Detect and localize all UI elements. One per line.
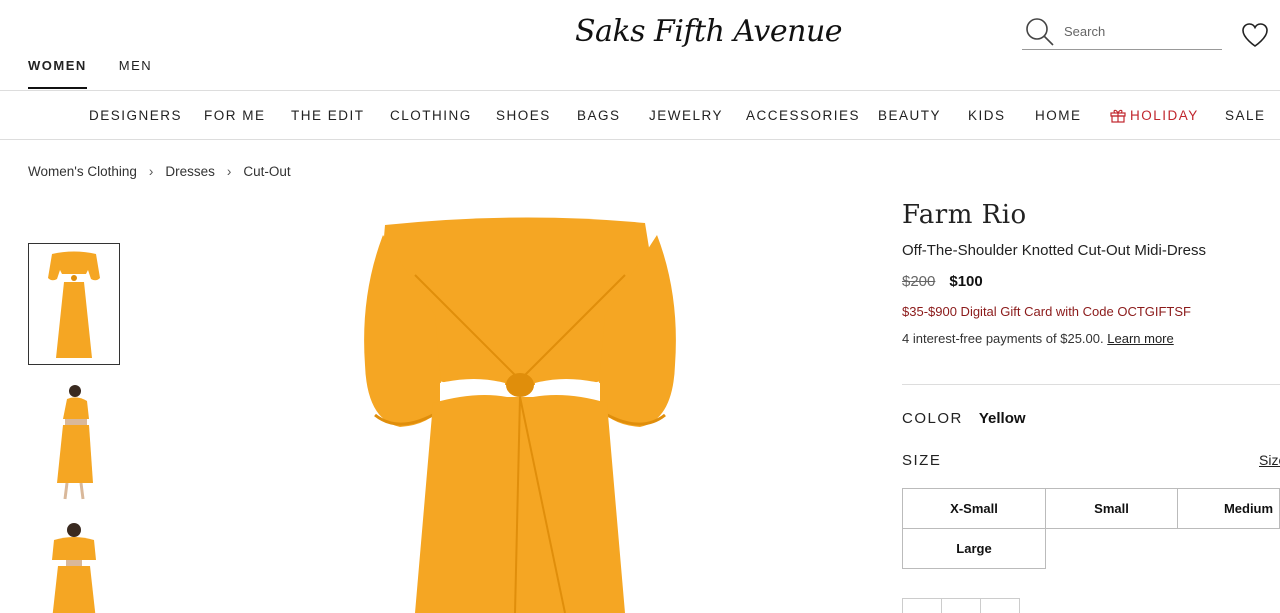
breadcrumb-cut-out[interactable]: Cut-Out bbox=[243, 164, 290, 179]
color-value: Yellow bbox=[978, 410, 1026, 427]
breadcrumb-dresses[interactable]: Dresses bbox=[165, 164, 215, 179]
nav-home[interactable]: HOME bbox=[1035, 108, 1082, 123]
heart-icon[interactable] bbox=[1240, 20, 1270, 50]
size-guide-link[interactable]: Size bbox=[1259, 452, 1280, 468]
product-main-image[interactable] bbox=[355, 215, 685, 613]
search-icon[interactable] bbox=[1024, 16, 1056, 48]
nav-holiday[interactable]: HOLIDAY bbox=[1110, 108, 1199, 123]
nav-for-me[interactable]: FOR ME bbox=[204, 108, 266, 123]
installments-info: 4 interest-free payments of $25.00. Lear… bbox=[902, 331, 1280, 346]
color-label: COLOR bbox=[902, 410, 963, 427]
nav-shoes[interactable]: SHOES bbox=[496, 108, 551, 123]
info-divider bbox=[902, 384, 1280, 385]
quantity-increase[interactable] bbox=[980, 598, 1020, 613]
quantity-value[interactable] bbox=[941, 598, 981, 613]
search-input[interactable] bbox=[1064, 24, 1214, 39]
model-back-image bbox=[52, 523, 96, 613]
model-side-image bbox=[57, 385, 93, 500]
nav-holiday-label: HOLIDAY bbox=[1130, 108, 1199, 123]
nav-the-edit[interactable]: THE EDIT bbox=[291, 108, 365, 123]
quantity-decrease[interactable] bbox=[902, 598, 942, 613]
thumbnail-front[interactable] bbox=[28, 243, 120, 365]
quantity-stepper[interactable] bbox=[902, 598, 1020, 613]
nav-beauty[interactable]: BEAUTY bbox=[878, 108, 941, 123]
breadcrumb-womens-clothing[interactable]: Women's Clothing bbox=[28, 164, 137, 179]
product-name: Off-The-Shoulder Knotted Cut-Out Midi-Dr… bbox=[902, 242, 1207, 259]
thumbnail-side[interactable] bbox=[28, 382, 120, 504]
chevron-right-icon: › bbox=[226, 164, 232, 179]
search-bar bbox=[1022, 14, 1222, 50]
learn-more-link[interactable]: Learn more bbox=[1107, 331, 1173, 346]
thumbnail-back[interactable] bbox=[28, 520, 120, 613]
saks-logo[interactable]: Saks Fifth Avenue bbox=[575, 14, 843, 49]
sale-price: $100 bbox=[949, 273, 983, 290]
size-option-x-small[interactable]: X-Small bbox=[902, 488, 1046, 529]
dress-thumbnail-image bbox=[48, 251, 100, 358]
gender-nav: WOMEN MEN bbox=[28, 58, 152, 89]
gift-icon bbox=[1110, 109, 1126, 123]
tab-women[interactable]: WOMEN bbox=[28, 58, 87, 89]
gift-card-promo: $35-$900 Digital Gift Card with Code OCT… bbox=[902, 304, 1191, 319]
size-option-medium[interactable]: Medium bbox=[1177, 488, 1280, 529]
size-label: SIZE bbox=[902, 452, 942, 469]
nav-clothing[interactable]: CLOTHING bbox=[390, 108, 472, 123]
tab-men[interactable]: MEN bbox=[119, 58, 152, 89]
product-brand[interactable]: Farm Rio bbox=[902, 200, 1280, 230]
size-option-small[interactable]: Small bbox=[1045, 488, 1178, 529]
breadcrumb: Women's Clothing › Dresses › Cut-Out bbox=[28, 164, 291, 179]
chevron-right-icon: › bbox=[148, 164, 154, 179]
nav-jewelry[interactable]: JEWELRY bbox=[649, 108, 723, 123]
price-row: $200 $100 bbox=[902, 273, 1280, 290]
color-row: COLOR Yellow bbox=[902, 410, 1026, 427]
size-option-large[interactable]: Large bbox=[902, 528, 1046, 569]
category-nav: DESIGNERS FOR ME THE EDIT CLOTHING SHOES… bbox=[0, 90, 1280, 140]
original-price: $200 bbox=[902, 273, 936, 290]
nav-accessories[interactable]: ACCESSORIES bbox=[746, 108, 860, 123]
nav-sale[interactable]: SALE bbox=[1225, 108, 1266, 123]
product-info: Farm Rio Off-The-Shoulder Knotted Cut-Ou… bbox=[902, 200, 1280, 346]
nav-kids[interactable]: KIDS bbox=[968, 108, 1006, 123]
nav-bags[interactable]: BAGS bbox=[577, 108, 621, 123]
installments-text: 4 interest-free payments of $25.00. bbox=[902, 331, 1104, 346]
nav-designers[interactable]: DESIGNERS bbox=[89, 108, 182, 123]
